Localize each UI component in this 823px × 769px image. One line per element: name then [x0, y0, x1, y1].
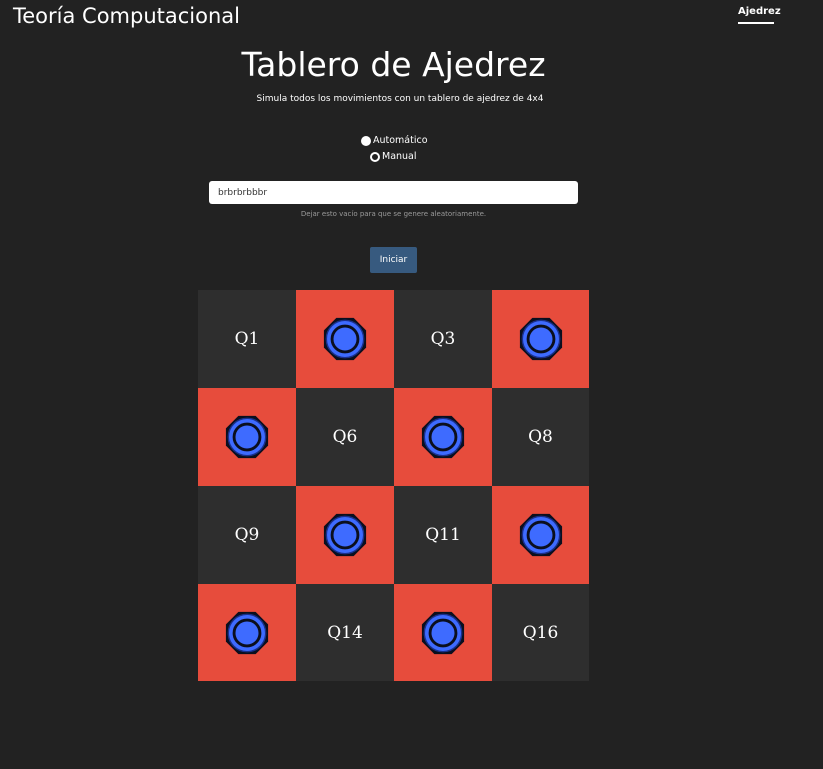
board-cell-label: Q8	[528, 427, 553, 447]
board-cell-label: Q9	[234, 525, 260, 545]
board-cell[interactable]: Q11	[394, 486, 492, 584]
sequence-input[interactable]	[209, 181, 578, 204]
board-cell[interactable]: Q14	[296, 584, 394, 681]
board-cell[interactable]	[296, 486, 394, 584]
blue-token-icon	[420, 414, 466, 460]
board-cell[interactable]: Q8	[492, 388, 589, 486]
radio-manual[interactable]: Manual	[370, 151, 417, 163]
board-cell[interactable]: Q3	[394, 290, 492, 388]
board-cell[interactable]: Q6	[296, 388, 394, 486]
board-cell[interactable]	[296, 290, 394, 388]
page-subtitle: Simula todos los movimientos con un tabl…	[256, 94, 544, 104]
board-cell[interactable]: Q16	[492, 584, 589, 681]
sequence-helper-text: Dejar esto vacío para que se genere alea…	[300, 210, 487, 218]
board-cell-label: Q11	[425, 525, 461, 545]
nav-link-ajedrez[interactable]: Ajedrez	[738, 5, 781, 24]
blue-token-icon	[224, 610, 270, 656]
radio-automatico-indicator[interactable]	[361, 136, 371, 146]
board-cell[interactable]	[198, 388, 296, 486]
blue-token-icon	[224, 414, 270, 460]
board-cell-label: Q16	[522, 622, 559, 643]
blue-token-icon	[518, 316, 564, 362]
radio-manual-indicator[interactable]	[370, 152, 380, 162]
radio-automatico[interactable]: Automático	[361, 135, 428, 147]
board-cell-label: Q1	[234, 329, 260, 349]
board-cell[interactable]	[492, 290, 589, 388]
board-cell-label: Q6	[332, 427, 358, 447]
board-cell[interactable]	[394, 584, 492, 681]
board-cell-label: Q3	[430, 329, 456, 349]
navbar-brand[interactable]: Teoría Computacional	[13, 2, 240, 30]
radio-manual-label: Manual	[382, 151, 417, 162]
page: Teoría Computacional Ajedrez Tablero de …	[0, 0, 823, 769]
board-cell[interactable]: Q9	[198, 486, 296, 584]
board-cell[interactable]	[394, 388, 492, 486]
start-button[interactable]: Iniciar	[370, 247, 417, 273]
blue-token-icon	[322, 512, 368, 558]
chess-board: Q1 Q3 Q6 Q8 Q9 Q11 Q14 Q16	[198, 290, 589, 681]
board-cell-label: Q14	[327, 622, 363, 643]
radio-automatico-label: Automático	[373, 135, 428, 146]
blue-token-icon	[420, 610, 466, 656]
board-cell[interactable]	[492, 486, 589, 584]
board-cell[interactable]: Q1	[198, 290, 296, 388]
blue-token-icon	[322, 316, 368, 362]
blue-token-icon	[518, 512, 564, 558]
board-cell[interactable]	[198, 584, 296, 681]
page-title: Tablero de Ajedrez	[241, 45, 546, 84]
